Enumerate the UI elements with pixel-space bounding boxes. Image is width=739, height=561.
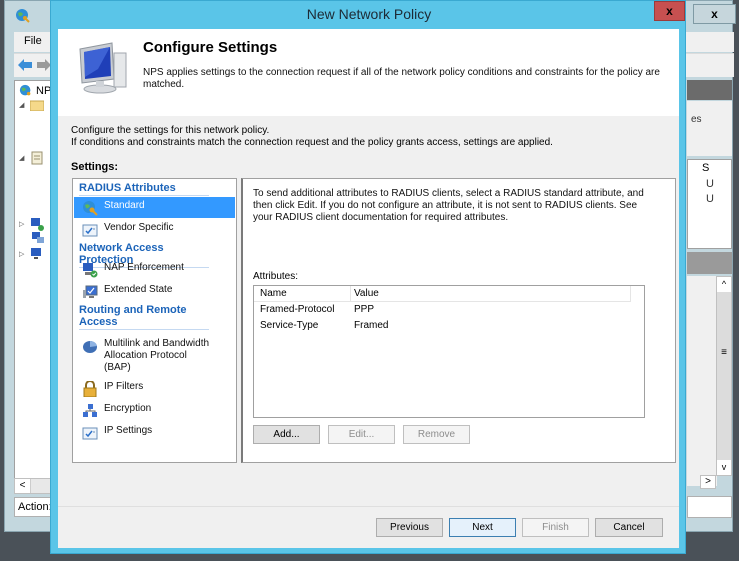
attribute-value: Framed bbox=[354, 320, 389, 331]
background-close-button[interactable]: x bbox=[693, 4, 736, 24]
footer-divider bbox=[58, 506, 679, 507]
edit-button[interactable]: Edit... bbox=[328, 425, 395, 444]
nav-group-routing-remote-access: Routing and Remote Access bbox=[79, 304, 209, 330]
add-button[interactable]: Add... bbox=[253, 425, 320, 444]
nav-item-label: Extended State bbox=[104, 284, 173, 295]
pane-info bbox=[687, 101, 732, 156]
pane-header-bar bbox=[687, 252, 732, 274]
menu-file[interactable]: File bbox=[24, 35, 42, 47]
background-list: S U U bbox=[687, 159, 732, 249]
tree-item-folder[interactable]: ◢ bbox=[19, 99, 44, 111]
settings-nav: RADIUS Attributes Standard Vendor Specif… bbox=[72, 178, 237, 463]
column-header[interactable]: S bbox=[702, 162, 709, 174]
page-description: NPS applies settings to the connection r… bbox=[143, 67, 660, 90]
lock-icon bbox=[83, 381, 97, 397]
folder-icon bbox=[30, 100, 44, 111]
nav-group-radius-attributes: RADIUS Attributes bbox=[79, 182, 209, 196]
pane-header-bar bbox=[687, 80, 732, 100]
nav-item-label: Standard bbox=[104, 200, 145, 211]
column-header-value[interactable]: Value bbox=[354, 288, 379, 299]
nps-globe-icon bbox=[19, 84, 31, 96]
scroll-grip-icon[interactable]: ≡ bbox=[717, 347, 731, 358]
nav-item-label: Encryption bbox=[104, 403, 152, 414]
nav-item-encryption[interactable]: Encryption bbox=[74, 400, 235, 421]
wizard-header: Configure Settings NPS applies settings … bbox=[58, 29, 679, 116]
settings-content-panel: To send additional attributes to RADIUS … bbox=[241, 178, 676, 463]
nav-item-ip-filters[interactable]: IP Filters bbox=[74, 378, 235, 399]
background-right-pane: es S U U ^ ≡ v > bbox=[687, 80, 732, 520]
tree-root-label: NP bbox=[36, 85, 52, 97]
previous-button[interactable]: Previous bbox=[376, 518, 443, 537]
attribute-row[interactable]: Service-Type Framed bbox=[254, 319, 630, 335]
nav-item-nap-enforcement[interactable]: NAP Enforcement bbox=[74, 259, 235, 280]
content-description: To send additional attributes to RADIUS … bbox=[253, 188, 644, 223]
nav-item-label: Vendor Specific bbox=[104, 222, 174, 233]
tree-item-nap[interactable]: ▷ bbox=[19, 217, 44, 231]
network-icon bbox=[83, 404, 97, 417]
dialog-close-button[interactable]: x bbox=[654, 1, 685, 21]
computer-monitor-icon bbox=[79, 42, 127, 94]
scroll-right-icon[interactable]: > bbox=[700, 475, 716, 489]
tree-root[interactable]: NP bbox=[19, 84, 51, 98]
attribute-value: PPP bbox=[354, 304, 375, 315]
computer-check-icon bbox=[31, 218, 44, 231]
intro-text-line2: If conditions and constraints match the … bbox=[71, 137, 553, 148]
list-cell: U bbox=[706, 193, 714, 205]
nav-item-label: NAP Enforcement bbox=[104, 262, 184, 273]
intro-text-line1: Configure the settings for this network … bbox=[71, 125, 270, 136]
attributes-label: Attributes: bbox=[253, 271, 299, 282]
monitor-state-icon bbox=[83, 285, 98, 298]
cancel-button[interactable]: Cancel bbox=[595, 518, 663, 537]
computer-check-icon bbox=[83, 263, 98, 278]
list-cell: U bbox=[706, 178, 714, 190]
nav-item-label: Multilink and Bandwidth Allocation Proto… bbox=[104, 338, 210, 373]
column-separator[interactable] bbox=[630, 286, 631, 302]
column-separator[interactable] bbox=[350, 286, 351, 302]
nav-item-ip-settings[interactable]: IP Settings bbox=[74, 422, 235, 443]
attribute-name: Service-Type bbox=[260, 320, 319, 331]
nps-globe-icon bbox=[16, 9, 30, 23]
attributes-list[interactable]: Name Value Framed-Protocol PPP Service-T… bbox=[253, 285, 645, 418]
scroll-up-icon[interactable]: ^ bbox=[717, 277, 731, 292]
expand-triangle-icon[interactable]: ◢ bbox=[19, 101, 27, 109]
vertical-scrollbar[interactable]: ^ ≡ v bbox=[716, 276, 732, 476]
pane-details bbox=[687, 276, 717, 486]
new-network-policy-dialog: New Network Policy x Configure Settings … bbox=[50, 0, 686, 554]
computers-icon bbox=[32, 232, 44, 243]
tree-item-templates[interactable]: ▷ bbox=[19, 247, 44, 261]
nav-item-standard[interactable]: Standard bbox=[74, 197, 235, 218]
dialog-body: Configure Settings NPS applies settings … bbox=[58, 29, 679, 548]
scroll-left-icon[interactable]: < bbox=[15, 479, 31, 493]
nav-item-multilink-bap[interactable]: Multilink and Bandwidth Allocation Proto… bbox=[74, 335, 235, 373]
pie-chart-icon bbox=[83, 340, 97, 353]
partial-text: es bbox=[691, 114, 702, 125]
collapse-triangle-icon[interactable]: ▷ bbox=[19, 220, 27, 228]
settings-label: Settings: bbox=[71, 161, 119, 173]
scroll-down-icon[interactable]: v bbox=[717, 460, 731, 475]
back-arrow-icon[interactable] bbox=[17, 58, 33, 72]
checklist-icon bbox=[82, 224, 98, 237]
nav-item-vendor-specific[interactable]: Vendor Specific bbox=[74, 219, 235, 240]
checklist-icon bbox=[82, 427, 98, 440]
action-field bbox=[687, 496, 732, 518]
page-title: Configure Settings bbox=[143, 39, 278, 56]
attribute-row[interactable]: Framed-Protocol PPP bbox=[254, 303, 630, 319]
dialog-title: New Network Policy bbox=[306, 6, 432, 22]
nav-item-label: IP Filters bbox=[104, 381, 144, 392]
collapse-triangle-icon[interactable]: ▷ bbox=[19, 250, 27, 258]
attribute-name: Framed-Protocol bbox=[260, 304, 335, 315]
tree-item-policies[interactable]: ◢ bbox=[19, 151, 44, 165]
attributes-header: Name Value bbox=[254, 286, 631, 302]
expand-triangle-icon[interactable]: ◢ bbox=[19, 154, 27, 162]
next-button[interactable]: Next bbox=[449, 518, 516, 537]
column-header-name[interactable]: Name bbox=[260, 288, 287, 299]
finish-button[interactable]: Finish bbox=[522, 518, 589, 537]
scroll-document-icon bbox=[31, 151, 43, 165]
nav-item-extended-state[interactable]: Extended State bbox=[74, 281, 235, 302]
globe-key-icon bbox=[83, 201, 98, 216]
monitor-icon bbox=[31, 248, 41, 259]
nav-item-label: IP Settings bbox=[104, 425, 153, 436]
remove-button[interactable]: Remove bbox=[403, 425, 470, 444]
tree-item-accounting[interactable] bbox=[31, 231, 45, 245]
